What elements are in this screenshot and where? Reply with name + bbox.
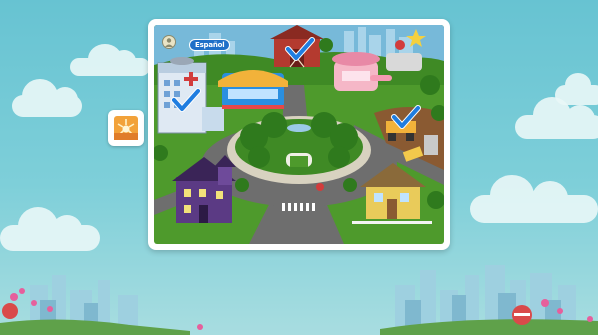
location-beauty-salon[interactable] xyxy=(332,51,394,93)
location-diner[interactable] xyxy=(218,69,288,111)
background-city-skyline xyxy=(0,265,598,335)
background-cloud xyxy=(12,79,82,117)
town-map: Español xyxy=(154,25,444,244)
background-cloud xyxy=(515,97,598,139)
avatar-button[interactable] xyxy=(162,35,176,49)
sunburst-icon xyxy=(114,116,138,140)
avatar-icon xyxy=(165,38,173,47)
location-yellow-house[interactable] xyxy=(358,161,432,223)
location-haunted-house[interactable] xyxy=(172,153,238,225)
location-city-park[interactable] xyxy=(239,117,359,175)
location-hospital[interactable] xyxy=(158,59,224,133)
location-stadium[interactable] xyxy=(386,27,428,73)
map-frame: Español xyxy=(148,19,450,250)
location-barn[interactable] xyxy=(270,25,324,69)
language-toggle-button[interactable]: Español xyxy=(189,39,231,51)
sunburst-button[interactable] xyxy=(108,110,144,146)
background-cloud xyxy=(470,175,598,223)
background-cloud xyxy=(555,73,598,105)
location-construction-site[interactable] xyxy=(378,105,444,169)
background-cloud xyxy=(70,44,150,76)
